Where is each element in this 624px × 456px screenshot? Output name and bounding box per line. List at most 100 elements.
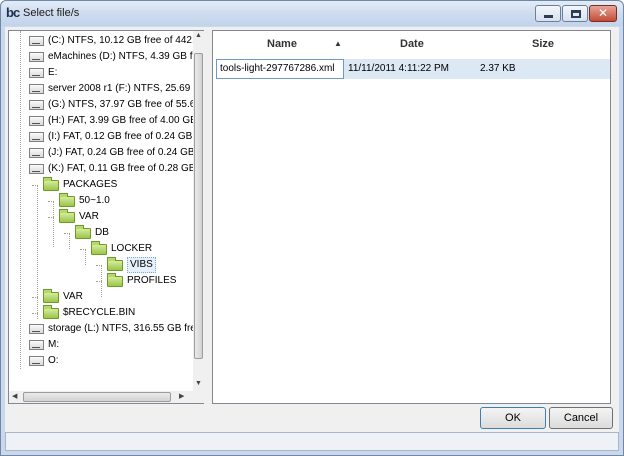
drive-icon [29,52,44,62]
drive-icon [29,132,44,142]
tree-item-drive[interactable]: (K:) FAT, 0.11 GB free of 0.28 GB [9,161,193,177]
close-button[interactable]: ✕ [589,5,617,22]
tree-item-folder[interactable]: LOCKER [9,241,193,257]
drive-icon [29,116,44,126]
drive-icon [29,36,44,46]
sort-ascending-icon: ▲ [334,39,342,48]
tree-horizontal-scrollbar[interactable]: ◀ ▶ [9,391,193,403]
tree-item-folder[interactable]: $RECYCLE.BIN [9,305,193,321]
scroll-right-icon[interactable]: ▶ [179,392,184,400]
tree-item-folder[interactable]: VAR [9,209,193,225]
tree-connector [96,281,102,282]
tree-item-label: VIBS [127,257,156,273]
title-bar[interactable]: bc Select file/s ✕ [1,1,623,26]
folder-icon [91,241,107,255]
scroll-left-icon[interactable]: ◀ [12,392,17,400]
tree-item-drive[interactable]: E: [9,65,193,81]
folder-icon [43,289,59,303]
tree-item-label: PROFILES [127,275,177,286]
tree-item-drive[interactable]: server 2008 r1 (F:) NTFS, 25.69 GB f [9,81,193,97]
file-list[interactable]: Name ▲ Date Size tools-light-297767286.x… [212,30,611,404]
drive-icon [29,84,44,94]
column-header-date[interactable]: Date [400,31,424,57]
folder-icon [107,257,123,271]
file-size-cell: 2.37 KB [480,63,516,74]
tree-connector [32,297,38,298]
folder-tree[interactable]: (C:) NTFS, 10.12 GB free of 442.36 G eMac… [8,30,204,404]
drive-icon [29,340,44,350]
folder-icon [107,273,123,287]
tree-rows: (C:) NTFS, 10.12 GB free of 442.36 G eMac… [9,31,193,391]
folder-icon [43,305,59,319]
tree-item-folder[interactable]: 50~1.0 [9,193,193,209]
tree-item-drive[interactable]: (H:) FAT, 3.99 GB free of 4.00 GB [9,113,193,129]
drive-icon [29,324,44,334]
scroll-down-icon[interactable]: ▼ [195,380,202,387]
tree-item-drive[interactable]: storage (L:) NTFS, 316.55 GB free of [9,321,193,337]
tree-connector [80,249,86,250]
tree-item-folder[interactable]: VIBS [9,257,193,273]
tree-item-label: PACKAGES [63,179,118,190]
column-header-name[interactable]: Name [267,31,297,57]
tree-item-label: storage (L:) NTFS, 316.55 GB free of [48,323,193,334]
maximize-button[interactable] [562,5,588,22]
tree-connector [48,201,54,202]
drive-icon [29,356,44,366]
tree-item-drive[interactable]: eMachines (D:) NTFS, 4.39 GB free o [9,49,193,65]
scroll-up-icon[interactable]: ▲ [195,32,202,39]
folder-icon [59,209,75,223]
drive-icon [29,68,44,78]
tree-connector [64,233,70,234]
tree-connector [48,217,54,218]
file-date-cell: 11/11/2011 4:11:22 PM [348,63,450,74]
tree-item-drive[interactable]: (J:) FAT, 0.24 GB free of 0.24 GB [9,145,193,161]
tree-item-label: (C:) NTFS, 10.12 GB free of 442.36 G [48,35,193,46]
tree-connector [96,265,102,266]
tree-item-folder[interactable]: DB [9,225,193,241]
maximize-icon [571,10,581,18]
tree-item-drive[interactable]: O: [9,353,193,369]
dialog-window: bc Select file/s ✕ (C:) NTFS, 10.12 GB f… [0,0,624,456]
tree-item-label: eMachines (D:) NTFS, 4.39 GB free o [48,51,193,62]
app-logo: bc [6,5,20,20]
folder-icon [43,177,59,191]
close-icon: ✕ [597,6,609,20]
tree-item-folder[interactable]: PACKAGES [9,177,193,193]
tree-item-label: E: [48,67,58,78]
tree-item-label: DB [95,227,109,238]
tree-item-drive[interactable]: M: [9,337,193,353]
tree-item-label: (J:) FAT, 0.24 GB free of 0.24 GB [48,147,193,158]
tree-vertical-scrollbar[interactable]: ▲ ▼ [193,31,204,391]
minimize-icon [544,15,553,18]
window-title: Select file/s [23,7,80,19]
tree-item-label: M: [48,339,60,350]
drive-icon [29,164,44,174]
tree-item-drive[interactable]: (C:) NTFS, 10.12 GB free of 442.36 G [9,33,193,49]
tree-item-folder[interactable]: PROFILES [9,273,193,289]
minimize-button[interactable] [535,5,561,22]
tree-horizontal-scroll-thumb[interactable] [23,392,171,402]
tree-connector [32,185,38,186]
tree-item-drive[interactable]: (I:) FAT, 0.12 GB free of 0.24 GB [9,129,193,145]
cancel-button[interactable]: Cancel [549,407,613,429]
tree-item-label: (K:) FAT, 0.11 GB free of 0.28 GB [48,163,193,174]
tree-item-drive[interactable]: (G:) NTFS, 37.97 GB free of 55.67 G [9,97,193,113]
tree-item-label: server 2008 r1 (F:) NTFS, 25.69 GB f [48,83,193,94]
tree-item-label: $RECYCLE.BIN [63,307,136,318]
folder-icon [75,225,91,239]
scrollbar-corner [193,391,204,403]
tree-item-folder[interactable]: VAR [9,289,193,305]
tree-item-label: (G:) NTFS, 37.97 GB free of 55.67 G [48,99,193,110]
drive-icon [29,100,44,110]
tree-connector [32,313,38,314]
tree-item-label: VAR [79,211,99,222]
ok-button[interactable]: OK [480,407,546,429]
tree-item-label: O: [48,355,59,366]
drive-icon [29,148,44,158]
file-row[interactable]: tools-light-297767286.xml 11/11/2011 4:1… [216,59,610,79]
column-header-size[interactable]: Size [532,31,554,57]
file-name-cell[interactable]: tools-light-297767286.xml [216,59,344,79]
tree-vertical-scroll-thumb[interactable] [194,53,203,359]
status-bar [5,432,619,451]
folder-icon [59,193,75,207]
